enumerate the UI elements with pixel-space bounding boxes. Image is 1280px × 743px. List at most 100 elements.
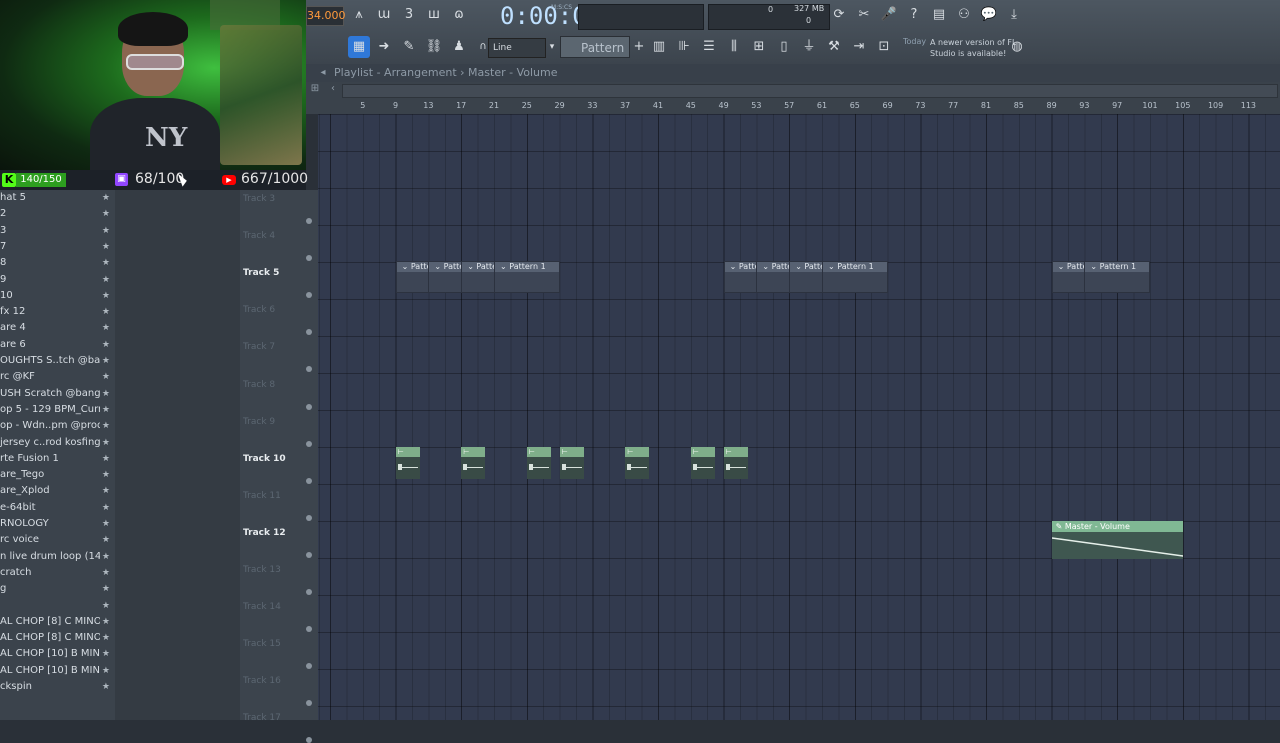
pattern-clip[interactable]: ⌄ Pattern 1: [494, 261, 560, 294]
pattern-clip[interactable]: ⌄ Pattern 1: [1084, 261, 1150, 294]
metronome-icon[interactable]: ⩚: [348, 4, 370, 26]
track-label[interactable]: Track 8: [243, 380, 275, 390]
window-menu-icon[interactable]: ◂: [312, 62, 334, 84]
playlist-grid[interactable]: ⌄ Pattern 1 ⌄ Pattern 1 ⌄ Pattern 1 ⌄ Patte…: [318, 114, 1280, 720]
audio-clip[interactable]: ⊢: [690, 446, 715, 479]
favorite-star-icon[interactable]: ★: [102, 369, 110, 385]
save-icon[interactable]: ▤: [928, 4, 950, 26]
track-mute-led[interactable]: [306, 477, 312, 484]
tempo-display[interactable]: 34.000: [306, 6, 346, 26]
audio-clip[interactable]: ⊢: [723, 446, 748, 479]
help-icon[interactable]: ?: [903, 4, 925, 26]
favorite-star-icon[interactable]: ★: [102, 386, 110, 402]
browser-icon[interactable]: ▥: [648, 36, 670, 58]
favorite-star-icon[interactable]: ★: [102, 467, 110, 483]
favorite-star-icon[interactable]: ★: [102, 663, 110, 679]
track-mute-led[interactable]: [306, 403, 312, 410]
favorite-star-icon[interactable]: ★: [102, 614, 110, 630]
chat-icon[interactable]: 💬: [978, 4, 1000, 26]
browser-item[interactable]: are_Tego ★: [0, 467, 112, 483]
favorite-star-icon[interactable]: ★: [102, 435, 110, 451]
draw-icon[interactable]: ✎: [398, 36, 420, 58]
grid-icon[interactable]: ⊞: [306, 82, 324, 96]
tool-icon[interactable]: ⚒: [823, 36, 845, 58]
browser-item[interactable]: are 4 ★: [0, 320, 112, 336]
browser-item[interactable]: rc @KF ★: [0, 369, 112, 385]
track-label[interactable]: Track 17: [243, 713, 281, 723]
plugin-icon[interactable]: ⚇: [953, 4, 975, 26]
track-mute-led[interactable]: [306, 255, 312, 262]
track-label[interactable]: Track 4: [243, 231, 275, 241]
horizontal-scrollbar[interactable]: [342, 84, 1278, 98]
browser-item[interactable]: fx 12 ★: [0, 304, 112, 320]
favorite-star-icon[interactable]: ★: [102, 239, 110, 255]
link-icon[interactable]: ⛓: [423, 36, 445, 58]
channel-rack-icon[interactable]: ⊪: [673, 36, 695, 58]
favorite-star-icon[interactable]: ★: [102, 206, 110, 222]
timeline-ruler[interactable]: ⊞ ‹ 5 9 13 17 21 25 29 33 37 41 45 49 53 57 61 65 69 73 77…: [306, 82, 1280, 114]
favorite-star-icon[interactable]: ★: [102, 337, 110, 353]
countdown-icon[interactable]: 3: [398, 4, 420, 26]
favorite-star-icon[interactable]: ★: [102, 630, 110, 646]
browser-item[interactable]: op - Wdn..pm @prod.kiger★: [0, 418, 112, 434]
browser-item[interactable]: cratch ★: [0, 565, 112, 581]
track-mute-led[interactable]: [306, 700, 312, 707]
browser-item[interactable]: 2 ★: [0, 206, 112, 222]
favorite-star-icon[interactable]: ★: [102, 418, 110, 434]
cut-icon[interactable]: ✂: [853, 4, 875, 26]
favorite-star-icon[interactable]: ★: [102, 679, 110, 695]
browser-item[interactable]: are 6 ★: [0, 337, 112, 353]
track-mute-led[interactable]: [306, 551, 312, 558]
favorite-star-icon[interactable]: ★: [102, 320, 110, 336]
browser-item[interactable]: AL CHOP [10] B MINOR★: [0, 646, 112, 662]
browser-item[interactable]: AL CHOP [8] C MINOR ★: [0, 630, 112, 646]
browser-item[interactable]: 3 ★: [0, 223, 112, 239]
track-mute-led[interactable]: [306, 589, 312, 595]
audio-clip[interactable]: ⊢: [526, 446, 551, 479]
track-label[interactable]: Track 3: [243, 194, 275, 204]
automation-clip[interactable]: ✎ Master - Volume: [1051, 520, 1183, 559]
track-label[interactable]: Track 10: [243, 454, 286, 464]
favorite-star-icon[interactable]: ★: [102, 255, 110, 271]
track-mute-led[interactable]: [306, 329, 312, 336]
arrow-right-icon[interactable]: ➜: [373, 36, 395, 58]
track-label[interactable]: Track 6: [243, 305, 275, 315]
favorite-star-icon[interactable]: ★: [102, 288, 110, 304]
track-label[interactable]: Track 16: [243, 676, 281, 686]
favorite-star-icon[interactable]: ★: [102, 190, 110, 206]
track-mute-led[interactable]: [306, 737, 312, 743]
browser-item[interactable]: 10 ★: [0, 288, 112, 304]
favorite-star-icon[interactable]: ★: [102, 646, 110, 662]
favorite-star-icon[interactable]: ★: [102, 516, 110, 532]
wait-input-icon[interactable]: ɯ: [373, 4, 395, 26]
track-mute-led[interactable]: [306, 514, 312, 521]
track-label[interactable]: Track 13: [243, 565, 281, 575]
track-label[interactable]: Track 14: [243, 602, 281, 612]
browser-item[interactable]: are_Xplod ★: [0, 483, 112, 499]
scroll-left-icon[interactable]: ‹: [326, 82, 340, 96]
favorite-star-icon[interactable]: ★: [102, 532, 110, 548]
browser-item[interactable]: jersey c..rod kosfinger 144★: [0, 435, 112, 451]
track-mute-led[interactable]: [306, 366, 312, 373]
browser-item[interactable]: rc voice ★: [0, 532, 112, 548]
browser-item[interactable]: g ★: [0, 581, 112, 597]
refresh-icon[interactable]: ⟳: [828, 4, 850, 26]
favorite-star-icon[interactable]: ★: [102, 304, 110, 320]
audio-clip[interactable]: ⊢: [461, 446, 486, 479]
browser-item[interactable]: ★: [0, 598, 112, 614]
track-mute-led[interactable]: [306, 218, 312, 224]
cart-icon[interactable]: ⊡: [873, 36, 895, 58]
browser-item[interactable]: RNOLOGY ★: [0, 516, 112, 532]
browser-item[interactable]: rte Fusion 1 ★: [0, 451, 112, 467]
track-mute-led[interactable]: [306, 663, 312, 670]
pattern-clip[interactable]: ⌄ Pattern 1: [822, 261, 888, 294]
favorite-star-icon[interactable]: ★: [102, 272, 110, 288]
snap-select[interactable]: Line: [488, 38, 546, 58]
track-label[interactable]: Track 5: [243, 268, 279, 278]
browser-item[interactable]: AL CHOP [8] C MINOR ★: [0, 614, 112, 630]
track-label[interactable]: Track 11: [243, 491, 281, 501]
favorite-star-icon[interactable]: ★: [102, 581, 110, 597]
playlist-mode-icon[interactable]: ▦: [348, 36, 370, 58]
browser-item[interactable]: hat 5 ★: [0, 190, 112, 206]
favorite-star-icon[interactable]: ★: [102, 353, 110, 369]
